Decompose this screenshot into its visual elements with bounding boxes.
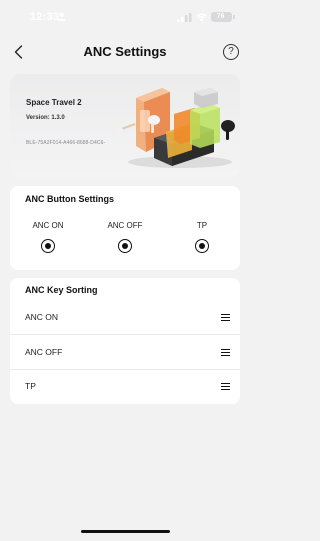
- anc-key-sorting-card: ANC Key Sorting ANC ON ANC OFF TP: [10, 278, 240, 404]
- battery-indicator: 76: [211, 12, 232, 22]
- radio-anc-on-dot: [44, 242, 51, 249]
- option-label-tp: TP: [196, 221, 208, 230]
- sort-label: ANC OFF: [25, 347, 63, 357]
- status-bar: 12:33 76: [0, 0, 250, 34]
- battery-nub: [233, 15, 235, 19]
- anc-key-sorting-title: ANC Key Sorting: [25, 285, 98, 295]
- device-id: BLE-75A2F014-A466-8688-D4C6-: [26, 140, 106, 146]
- help-button[interactable]: ?: [223, 44, 239, 60]
- drag-handle-icon[interactable]: [221, 383, 230, 390]
- radio-anc-off-dot: [121, 242, 128, 249]
- radio-tp-dot: [198, 242, 205, 249]
- radio-anc-on[interactable]: [41, 239, 55, 253]
- person-icon: [57, 12, 66, 21]
- sort-row-tp[interactable]: TP: [10, 369, 240, 404]
- option-label-anc-off: ANC OFF: [107, 221, 143, 230]
- status-time: 12:33: [30, 11, 60, 23]
- anc-button-settings-card: ANC Button Settings ANC ON ANC OFF TP: [10, 186, 240, 270]
- page-title: ANC Settings: [83, 44, 167, 59]
- radio-anc-off[interactable]: [118, 239, 132, 253]
- earbuds-product-image: [117, 88, 235, 168]
- device-name: Space Travel 2: [26, 98, 82, 107]
- option-label-anc-on: ANC ON: [32, 221, 64, 230]
- wifi-icon: [196, 13, 207, 22]
- drag-handle-icon[interactable]: [221, 349, 230, 356]
- home-indicator: [81, 530, 170, 533]
- anc-button-settings-title: ANC Button Settings: [25, 194, 114, 204]
- sort-label: ANC ON: [25, 312, 59, 322]
- battery-level: 76: [216, 13, 225, 20]
- device-card: Space Travel 2 Version: 1.3.0 BLE-75A2F0…: [10, 74, 240, 178]
- device-version: Version: 1.3.0: [26, 115, 65, 121]
- sort-row-anc-off[interactable]: ANC OFF: [10, 335, 240, 370]
- sort-label: TP: [25, 381, 36, 391]
- sort-row-anc-on[interactable]: ANC ON: [10, 300, 240, 335]
- drag-handle-icon[interactable]: [221, 314, 230, 321]
- signal-icon: [177, 13, 192, 22]
- radio-tp[interactable]: [195, 239, 209, 253]
